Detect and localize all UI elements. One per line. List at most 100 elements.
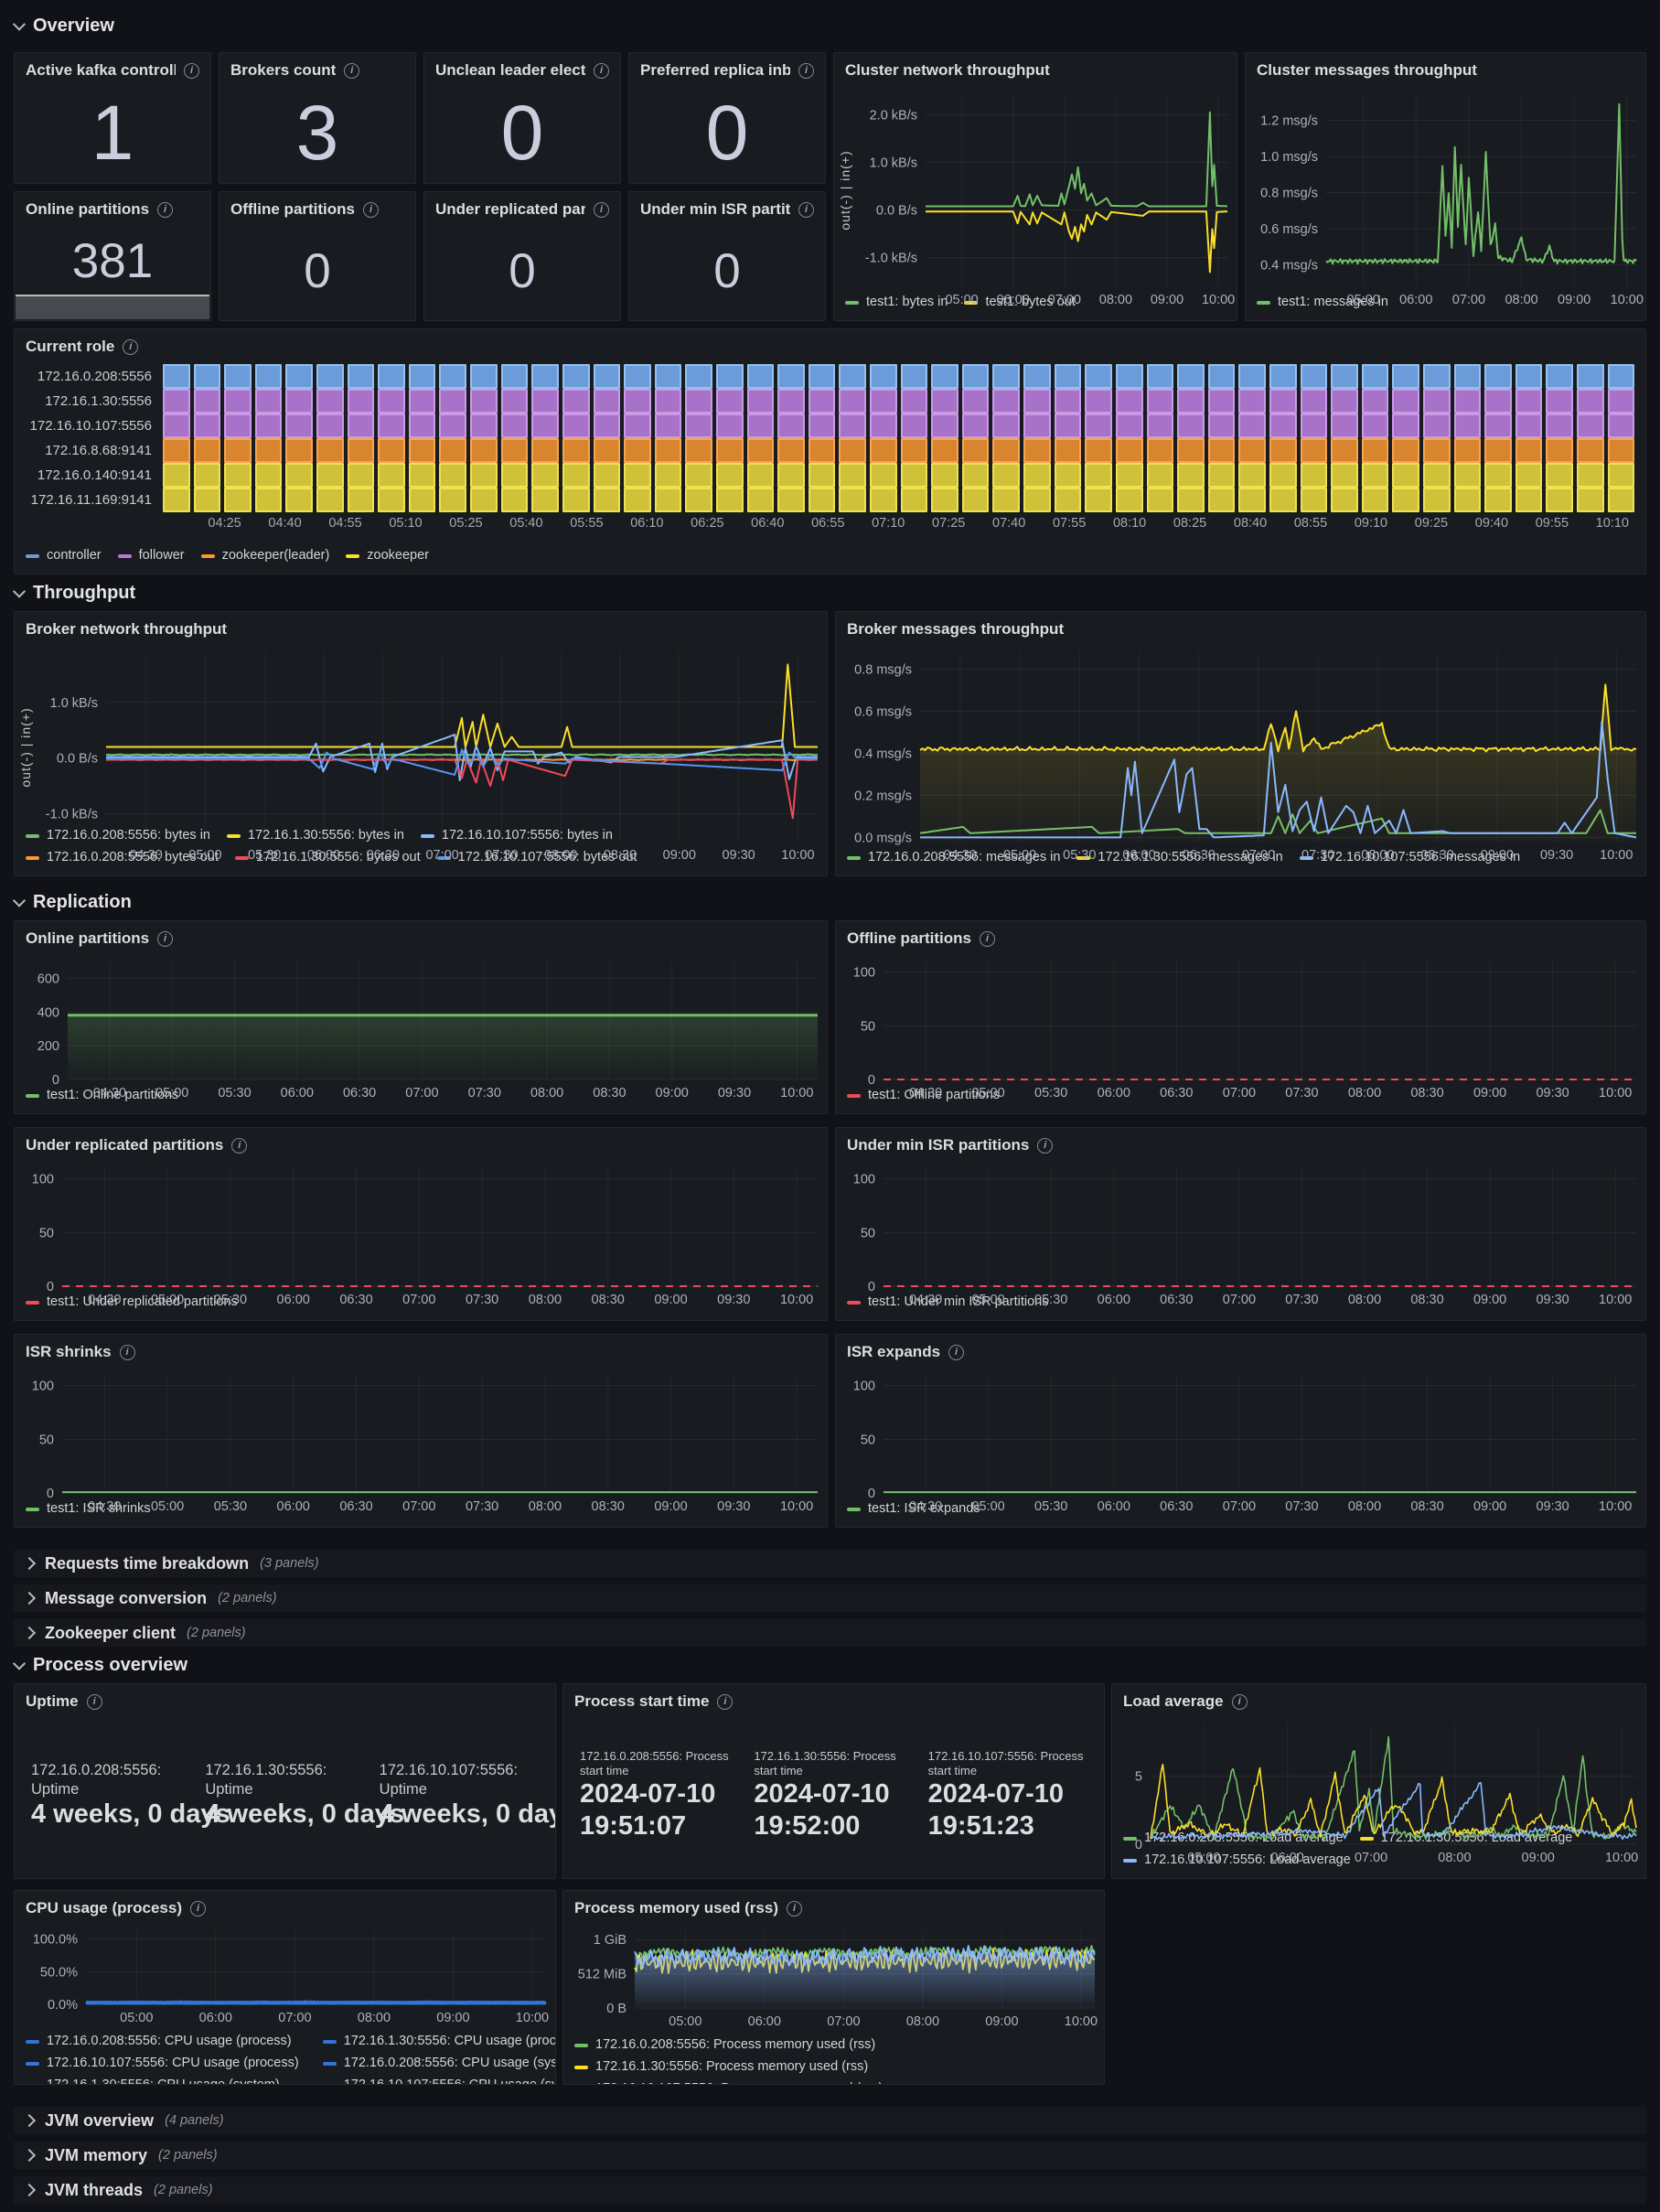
state-box[interactable] <box>1484 413 1512 438</box>
cpu-usage-chart[interactable]: 100.0%50.0%0.0%05:0006:0007:0008:0009:00… <box>15 1920 555 2028</box>
state-box[interactable] <box>655 488 682 512</box>
state-box[interactable] <box>962 488 990 512</box>
state-box[interactable] <box>1577 488 1604 512</box>
state-box[interactable] <box>594 488 621 512</box>
state-box[interactable] <box>870 413 897 438</box>
state-box[interactable] <box>224 463 252 488</box>
state-box[interactable] <box>839 413 866 438</box>
state-box[interactable] <box>685 488 712 512</box>
panel-title[interactable]: Under replicated partitions <box>26 1136 223 1154</box>
state-box[interactable] <box>777 463 805 488</box>
state-box[interactable] <box>962 438 990 463</box>
state-box[interactable] <box>1301 438 1328 463</box>
under-min-isr-chart[interactable]: 10050004:3005:0005:3006:0006:3007:0007:3… <box>836 1157 1645 1289</box>
state-box[interactable] <box>439 364 466 389</box>
section-header-zookeeper-client[interactable]: Zookeeper client (2 panels) <box>14 1619 1646 1647</box>
state-box[interactable] <box>1392 364 1419 389</box>
state-box[interactable] <box>1546 438 1573 463</box>
state-box[interactable] <box>1362 364 1389 389</box>
state-box[interactable] <box>1331 463 1358 488</box>
state-box[interactable] <box>224 438 252 463</box>
state-box[interactable] <box>901 488 928 512</box>
state-box[interactable] <box>470 488 498 512</box>
state-box[interactable] <box>839 463 866 488</box>
state-box[interactable] <box>255 488 283 512</box>
state-box[interactable] <box>1577 389 1604 413</box>
cluster-network-chart[interactable]: 2.0 kB/s1.0 kB/s0.0 B/s-1.0 kB/s05:0006:… <box>834 82 1237 289</box>
state-box[interactable] <box>470 389 498 413</box>
state-box[interactable] <box>1208 389 1236 413</box>
panel-title[interactable]: Broker messages throughput <box>847 620 1064 639</box>
state-box[interactable] <box>1208 488 1236 512</box>
state-box[interactable] <box>1238 364 1266 389</box>
legend-item[interactable]: zookeeper(leader) <box>201 545 330 566</box>
state-box[interactable] <box>594 364 621 389</box>
state-box[interactable] <box>255 413 283 438</box>
state-box[interactable] <box>594 413 621 438</box>
state-box[interactable] <box>501 488 529 512</box>
state-box[interactable] <box>194 463 221 488</box>
legend-item[interactable]: 172.16.10.107:5556: CPU usage (system) <box>323 2075 556 2085</box>
state-box[interactable] <box>747 364 775 389</box>
state-box[interactable] <box>163 438 190 463</box>
state-box[interactable] <box>1177 389 1205 413</box>
state-box[interactable] <box>870 488 897 512</box>
section-header-jvm-memory[interactable]: JVM memory (2 panels) <box>14 2142 1646 2169</box>
state-box[interactable] <box>931 389 959 413</box>
state-box[interactable] <box>1055 463 1082 488</box>
state-box[interactable] <box>1484 364 1512 389</box>
state-box[interactable] <box>224 389 252 413</box>
state-box[interactable] <box>1147 438 1174 463</box>
state-box[interactable] <box>870 364 897 389</box>
timeline-row-boxes[interactable] <box>163 438 1634 463</box>
state-box[interactable] <box>255 364 283 389</box>
state-box[interactable] <box>1269 364 1297 389</box>
state-box[interactable] <box>716 364 744 389</box>
info-icon[interactable]: i <box>1037 1138 1053 1154</box>
broker-network-chart[interactable]: 1.0 kB/s0.0 B/s-1.0 kB/s04:3005:0005:300… <box>15 641 827 822</box>
state-box[interactable] <box>685 438 712 463</box>
state-box[interactable] <box>1208 438 1236 463</box>
state-box[interactable] <box>348 488 375 512</box>
state-box[interactable] <box>992 389 1020 413</box>
state-box[interactable] <box>1484 488 1512 512</box>
state-box[interactable] <box>1177 438 1205 463</box>
state-box[interactable] <box>531 389 559 413</box>
state-box[interactable] <box>870 438 897 463</box>
state-box[interactable] <box>285 488 313 512</box>
state-box[interactable] <box>501 438 529 463</box>
state-box[interactable] <box>777 389 805 413</box>
state-box[interactable] <box>439 438 466 463</box>
current-role-timeline[interactable]: 172.16.0.208:5556172.16.1.30:5556172.16.… <box>15 359 1645 545</box>
state-box[interactable] <box>1331 488 1358 512</box>
state-box[interactable] <box>1454 413 1482 438</box>
state-box[interactable] <box>1608 463 1635 488</box>
state-box[interactable] <box>1055 438 1082 463</box>
state-box[interactable] <box>1085 463 1112 488</box>
state-box[interactable] <box>1208 463 1236 488</box>
legend-item[interactable]: 172.16.1.30:5556: Process memory used (r… <box>574 2056 1093 2078</box>
panel-title[interactable]: ISR expands <box>847 1343 940 1361</box>
state-box[interactable] <box>1546 463 1573 488</box>
state-box[interactable] <box>1023 438 1051 463</box>
state-box[interactable] <box>439 488 466 512</box>
state-box[interactable] <box>348 364 375 389</box>
state-box[interactable] <box>1147 463 1174 488</box>
state-box[interactable] <box>1301 463 1328 488</box>
state-box[interactable] <box>1055 413 1082 438</box>
state-box[interactable] <box>839 389 866 413</box>
state-box[interactable] <box>685 389 712 413</box>
state-box[interactable] <box>1515 413 1543 438</box>
state-box[interactable] <box>348 463 375 488</box>
state-box[interactable] <box>1454 488 1482 512</box>
state-box[interactable] <box>747 438 775 463</box>
state-box[interactable] <box>194 438 221 463</box>
state-box[interactable] <box>470 438 498 463</box>
state-box[interactable] <box>962 463 990 488</box>
state-box[interactable] <box>624 389 651 413</box>
section-header-message-conversion[interactable]: Message conversion (2 panels) <box>14 1584 1646 1612</box>
timeline-row-boxes[interactable] <box>163 463 1634 488</box>
info-icon[interactable]: i <box>594 202 609 218</box>
state-box[interactable] <box>901 364 928 389</box>
isr-shrinks-chart[interactable]: 10050004:3005:0005:3006:0006:3007:0007:3… <box>15 1364 827 1496</box>
